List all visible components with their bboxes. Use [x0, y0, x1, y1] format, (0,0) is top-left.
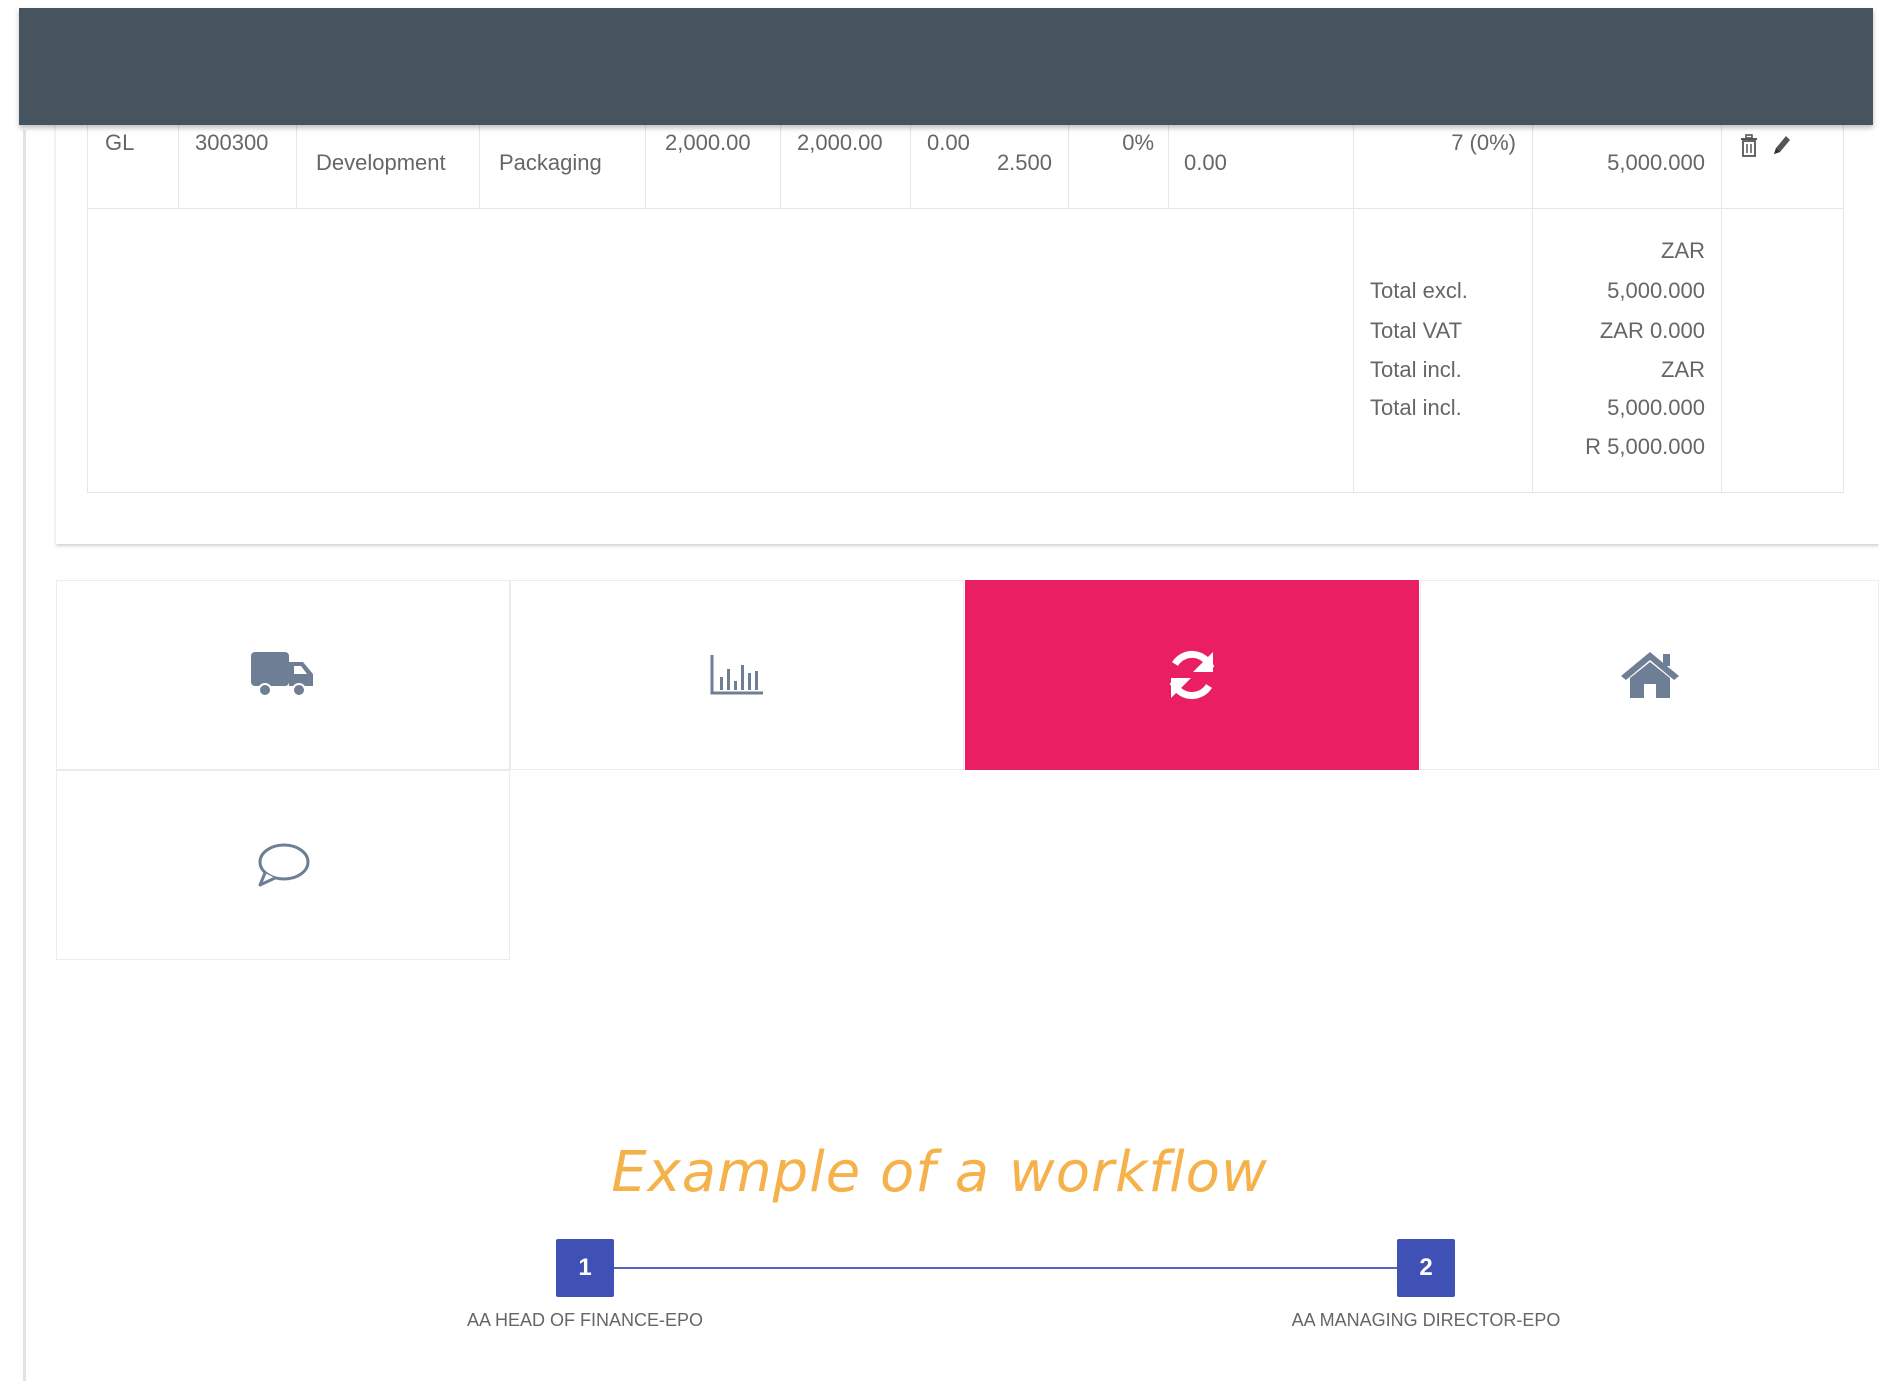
workflow-step-1[interactable]: 1	[556, 1239, 614, 1297]
cell-account: 300300	[195, 130, 269, 155]
line-items-table: GL 300300 Growers Development DC - Packa…	[87, 120, 1844, 493]
tile-delivery[interactable]	[56, 580, 510, 770]
cell-category: Packaging	[499, 150, 602, 175]
total-value-currency: ZAR	[1661, 238, 1705, 263]
total-value-incl-local: R 5,000.000	[1585, 434, 1705, 459]
cell-received: 2,000.00	[797, 130, 883, 155]
bar-chart-icon	[710, 655, 763, 695]
tile-reports[interactable]	[510, 580, 964, 770]
tile-home[interactable]	[1420, 580, 1879, 770]
workflow-connector	[612, 1267, 1401, 1269]
pencil-icon[interactable]	[1770, 132, 1792, 158]
total-label-vat: Total VAT	[1370, 318, 1463, 343]
workflow-title: Example of a workflow	[611, 1140, 1268, 1205]
cell-type: GL	[105, 130, 135, 155]
total-value-vat: ZAR 0.000	[1599, 318, 1705, 343]
cell-outstanding: 0.00	[927, 130, 970, 155]
action-tiles	[56, 580, 1879, 962]
total-label-incl-local: Total incl.	[1370, 395, 1462, 420]
total-value-excl: 5,000.000	[1607, 278, 1705, 303]
cell-total: 5,000.000	[1607, 150, 1705, 175]
trash-icon[interactable]	[1738, 132, 1760, 158]
total-label-incl: Total incl.	[1370, 357, 1462, 382]
tile-comments[interactable]	[56, 770, 510, 960]
cell-vat-amount: 0.00	[1184, 150, 1227, 175]
workflow-step-2-label: AA MANAGING DIRECTOR-EPO	[1291, 1310, 1561, 1330]
truck-icon	[251, 652, 313, 697]
cell-department: Development	[316, 150, 446, 175]
workflow-step-1-label: AA HEAD OF FINANCE-EPO	[466, 1310, 704, 1330]
total-label-excl: Total excl.	[1370, 278, 1468, 303]
total-value-incl-currency: ZAR	[1661, 357, 1705, 382]
tile-workflow[interactable]	[965, 580, 1419, 770]
top-app-bar	[19, 8, 1873, 125]
total-value-incl: 5,000.000	[1607, 395, 1705, 420]
cell-unit-price: 2.500	[996, 150, 1052, 175]
cell-discount: 0%	[1122, 130, 1154, 155]
chat-bubble-icon	[258, 843, 310, 887]
workflow-step-2[interactable]: 2	[1397, 1239, 1455, 1297]
home-icon	[1620, 652, 1679, 698]
cell-quantity: 2,000.00	[665, 130, 751, 155]
refresh-icon	[1169, 650, 1215, 700]
cell-vat-code: 7 (0%)	[1451, 130, 1516, 155]
